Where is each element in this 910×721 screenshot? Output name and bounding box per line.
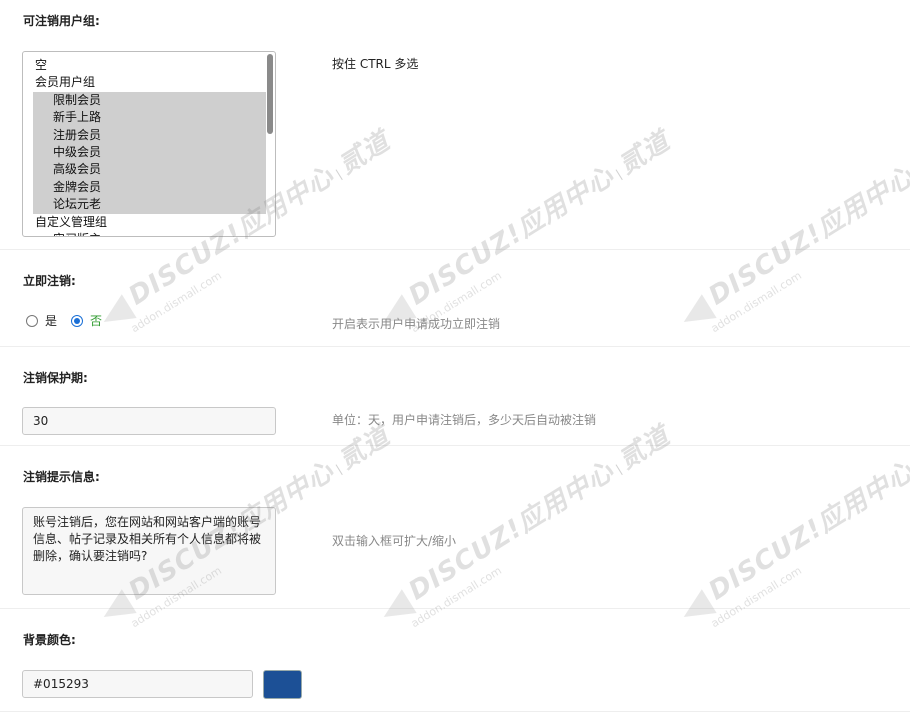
background-color-swatch[interactable]: [263, 670, 302, 699]
listbox-optgroup: 自定义管理组: [35, 214, 108, 229]
listbox-option[interactable]: 空: [23, 57, 266, 74]
listbox-optgroup: 会员用户组: [35, 75, 96, 90]
listbox-option[interactable]: 中级会员: [33, 143, 266, 162]
immediate-cancel-hint: 开启表示用户申请成功立即注销: [332, 317, 501, 331]
listbox-option[interactable]: 论坛元老: [33, 196, 266, 214]
cancel-message-textarea[interactable]: 账号注销后，您在网站和网站客户端的账号信息、帖子记录及相关所有个人信息都将被删除…: [22, 507, 276, 595]
listbox-option[interactable]: 新手上路: [33, 109, 266, 127]
background-color-label: 背景颜色:: [23, 633, 76, 647]
section-cancellable-groups: 可注销用户组: 空会员用户组 限制会员 新手上路 注册会员 中级会员 高级会员 金牌会员 论坛…: [0, 0, 910, 250]
listbox-option[interactable]: 注册会员: [33, 126, 266, 144]
radio-no[interactable]: [71, 314, 84, 327]
listbox-option[interactable]: 金牌会员: [33, 178, 266, 197]
protection-period-hint: 单位：天，用户申请注销后，多少天后自动被注销: [332, 413, 597, 427]
protection-period-input[interactable]: 30: [22, 407, 276, 435]
cancel-message-hint: 双击输入框可扩大/缩小: [332, 534, 457, 548]
protection-period-label: 注销保护期:: [23, 371, 88, 385]
immediate-cancel-radio-group: 是 否: [26, 312, 116, 329]
ctrl-multiselect-hint: 按住 CTRL 多选: [332, 57, 419, 71]
radio-yes[interactable]: [26, 314, 38, 327]
user-group-multiselect[interactable]: 空会员用户组 限制会员 新手上路 注册会员 中级会员 高级会员 金牌会员 论坛元老 自定义管理组…: [22, 51, 276, 237]
listbox-scrollbar[interactable]: [267, 54, 273, 134]
listbox-option[interactable]: 高级会员: [33, 161, 266, 179]
user-group-options: 空会员用户组 限制会员 新手上路 注册会员 中级会员 高级会员 金牌会员 论坛元老 自定义管理组…: [23, 57, 266, 236]
radio-no-label[interactable]: 否: [90, 312, 102, 329]
background-color-input[interactable]: #015293: [22, 670, 253, 698]
cancellable-groups-label: 可注销用户组:: [23, 14, 100, 28]
radio-yes-label[interactable]: 是: [45, 312, 57, 329]
immediate-cancel-label: 立即注销:: [23, 274, 76, 288]
cancel-message-label: 注销提示信息:: [23, 470, 100, 484]
listbox-option[interactable]: 实习版主: [23, 231, 266, 236]
section-immediate-cancel: 立即注销: 开启表示用户申请成功立即注销: [0, 250, 910, 347]
listbox-option[interactable]: 限制会员: [33, 91, 266, 110]
